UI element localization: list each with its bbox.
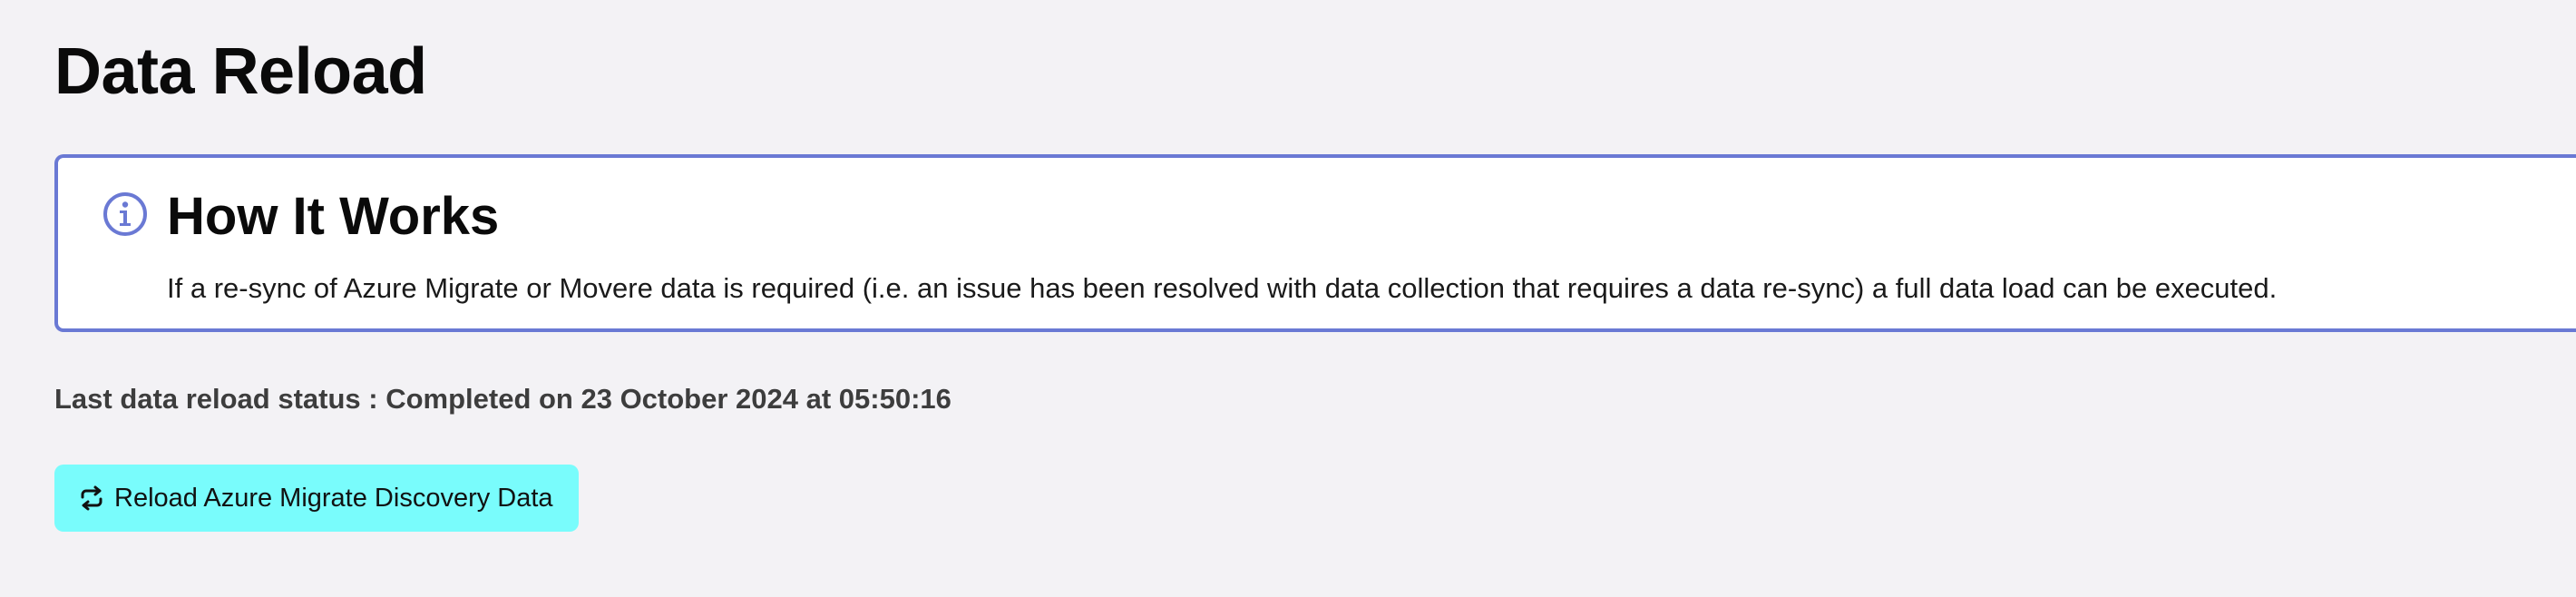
how-it-works-heading: How It Works (167, 187, 500, 246)
how-it-works-panel: How It Works If a re-sync of Azure Migra… (54, 154, 2576, 332)
info-circle-icon (102, 191, 149, 238)
data-reload-page: Data Reload How It Works If a re-sync of… (0, 0, 2576, 597)
last-reload-status: Last data reload status : Completed on 2… (54, 383, 951, 415)
page-title: Data Reload (54, 35, 427, 108)
refresh-icon (78, 484, 105, 512)
how-it-works-description: If a re-sync of Azure Migrate or Movere … (167, 272, 2278, 304)
reload-button-label: Reload Azure Migrate Discovery Data (114, 483, 553, 513)
reload-discovery-data-button[interactable]: Reload Azure Migrate Discovery Data (54, 465, 579, 532)
